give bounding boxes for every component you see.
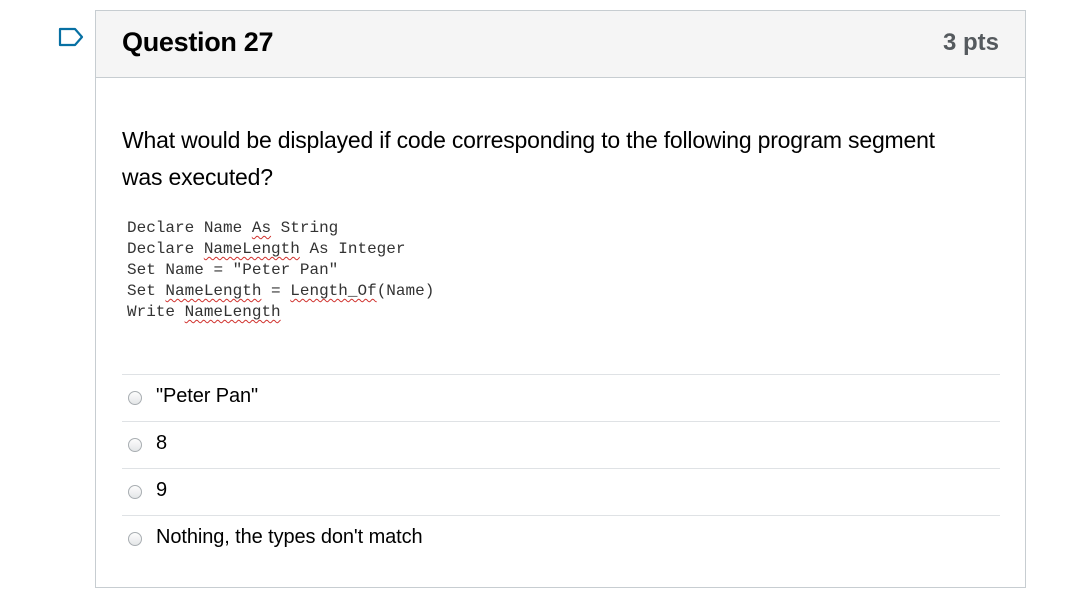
code-block: Declare Name As String Declare NameLengt…	[127, 218, 434, 323]
spellcheck-underline: Length_Of	[290, 282, 377, 300]
question-header: Question 27 3 pts	[96, 11, 1025, 78]
answer-label[interactable]: Nothing, the types don't match	[156, 526, 423, 549]
spellcheck-underline: NameLength	[184, 303, 281, 321]
question-points: 3 pts	[942, 29, 999, 56]
radio-button[interactable]	[128, 391, 142, 405]
answer-option[interactable]: 9	[122, 468, 1000, 515]
question-card: Question 27 3 pts What would be displaye…	[95, 10, 1026, 588]
radio-button[interactable]	[128, 532, 142, 546]
answer-option[interactable]: 8	[122, 421, 1000, 468]
code-line: Declare NameLength As Integer	[127, 240, 406, 258]
radio-button[interactable]	[128, 485, 142, 499]
answer-option[interactable]: Nothing, the types don't match	[122, 515, 1000, 562]
flag-marker-icon[interactable]	[58, 27, 84, 47]
radio-button[interactable]	[128, 438, 142, 452]
code-line: Set Name = "Peter Pan"	[127, 261, 339, 279]
question-title: Question 27	[122, 27, 274, 57]
spellcheck-underline: As	[251, 219, 272, 237]
code-line: Write NameLength	[127, 303, 281, 321]
answer-option[interactable]: "Peter Pan"	[122, 374, 1000, 421]
question-text: What would be displayed if code correspo…	[122, 127, 935, 190]
answer-label[interactable]: "Peter Pan"	[156, 385, 258, 408]
code-line: Set NameLength = Length_Of(Name)	[127, 282, 435, 300]
code-line: Declare Name As String	[127, 219, 339, 237]
answer-label[interactable]: 9	[156, 479, 167, 502]
spellcheck-underline: NameLength	[203, 240, 300, 258]
answer-label[interactable]: 8	[156, 432, 167, 455]
spellcheck-underline: NameLength	[165, 282, 262, 300]
answer-list: "Peter Pan" 8 9 Nothing, the types don't…	[122, 374, 1000, 562]
